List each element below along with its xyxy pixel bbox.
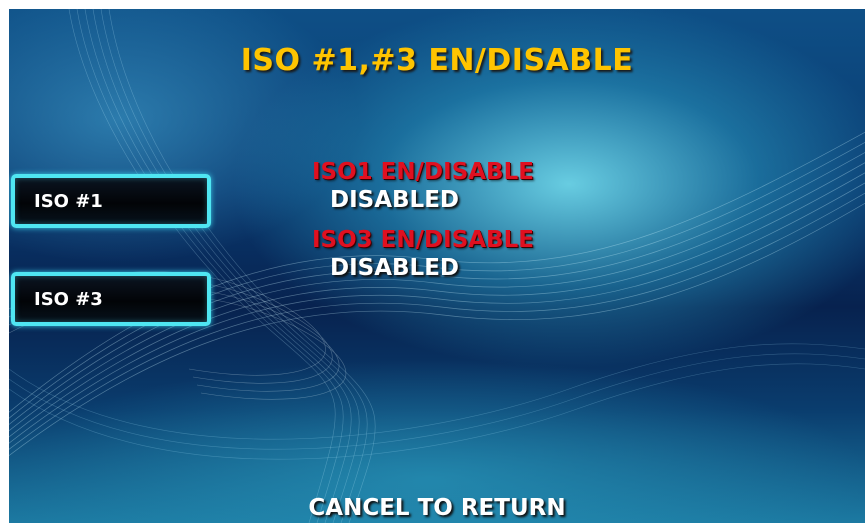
iso1-setting-label: ISO1 EN/DISABLE (312, 159, 534, 185)
cancel-instruction: CANCEL TO RETURN (308, 495, 566, 521)
iso3-setting-value: DISABLED (330, 255, 460, 281)
iso3-button[interactable]: ISO #3 (11, 272, 211, 326)
iso1-setting-value: DISABLED (330, 187, 460, 213)
iso3-setting-label: ISO3 EN/DISABLE (312, 227, 534, 253)
iso3-button-label: ISO #3 (34, 288, 103, 310)
screen-title: ISO #1,#3 EN/DISABLE (240, 43, 634, 78)
atm-screen: ISO #1,#3 EN/DISABLE ISO #1 ISO #3 ISO1 … (9, 9, 865, 523)
iso1-button[interactable]: ISO #1 (11, 174, 211, 228)
iso1-button-label: ISO #1 (34, 190, 103, 212)
